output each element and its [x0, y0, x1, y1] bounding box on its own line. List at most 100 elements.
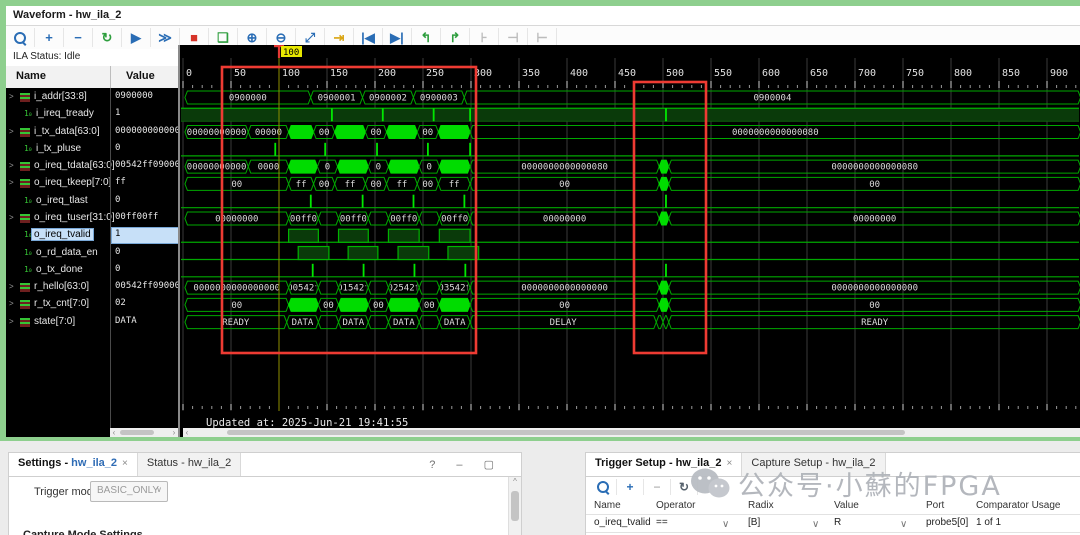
signal-value: 0 [115, 194, 121, 205]
tab-trigger-setup[interactable]: Trigger Setup - hw_ila_2 × [586, 453, 743, 476]
trigger-mode-value: BASIC_ONLY [97, 485, 160, 496]
signal-row[interactable]: > o_ireq_tuser[31:0] 00ff00ff [6, 210, 178, 227]
svg-text:ff: ff [449, 180, 460, 190]
svg-text:0: 0 [376, 163, 381, 173]
svg-text:00: 00 [371, 128, 382, 138]
signal-row[interactable]: > r_tx_cnt[7:0] 02 [6, 296, 178, 313]
expand-icon[interactable]: > [9, 161, 14, 170]
bit-signal-icon: 1₀ [24, 247, 33, 257]
signal-row[interactable]: > i_tx_data[63:0] 0000000000000 [6, 124, 179, 141]
bit-signal-icon: 1₀ [24, 230, 33, 240]
svg-text:0900001: 0900001 [318, 94, 356, 104]
expand-icon[interactable]: > [9, 127, 14, 136]
trigger-mode-select[interactable]: BASIC_ONLY ∨ [90, 481, 168, 502]
settings-v-scrollbar[interactable]: ^ [508, 477, 521, 535]
bit-signal-icon: 1₀ [24, 195, 33, 205]
svg-text:00: 00 [323, 301, 334, 311]
table-h-scrollbar[interactable]: ‹ › [110, 428, 178, 437]
signal-table-header: Name Value [6, 66, 178, 89]
expand-icon[interactable]: > [9, 213, 14, 222]
signal-value: 0 [115, 263, 121, 274]
svg-text:READY: READY [861, 318, 889, 328]
waveform-h-scrollbar[interactable]: ‹ [183, 428, 1080, 437]
tab-capture-setup[interactable]: Capture Setup - hw_ila_2 [742, 453, 886, 476]
signal-name: i_addr[33:8] [34, 91, 87, 102]
signal-table: > i_addr[33:8] 0900000 1₀ i_ireq_tready 1 > i_t… [6, 88, 180, 437]
column-header: Port [926, 500, 945, 511]
add-icon[interactable]: + [35, 28, 64, 47]
signal-row[interactable]: 1₀ o_ireq_tvalid 1 [6, 227, 180, 245]
chevron-down-icon[interactable]: ∨ [722, 519, 729, 530]
tab-settings[interactable]: Settings - hw_ila_2 × [9, 453, 138, 476]
svg-text:03542f: 03542f [438, 284, 471, 294]
svg-text:00: 00 [424, 301, 435, 311]
signal-row[interactable]: > o_ireq_tdata[63:0]00542ff0900000 [6, 158, 179, 175]
waveform-canvas[interactable]: 0 50 100 150 200 250 300 350 400 450 500 550 600 650 7… [180, 45, 1080, 437]
restart-trigger-icon[interactable]: ↻ [93, 28, 122, 47]
close-icon[interactable]: × [727, 458, 733, 469]
svg-text:DATA: DATA [343, 318, 365, 328]
svg-text:0000000000000: 0000000000000 [181, 128, 251, 138]
cell-operator[interactable]: == [656, 517, 668, 528]
signal-row[interactable]: > state[7:0] DATA [6, 314, 178, 331]
trigger-table-row[interactable]: o_ireq_tvalid == ∨ [B] ∨ R ∨ probe5[0] 1 of 1 [586, 514, 1080, 533]
panel-window-buttons[interactable]: ? – ▢ [429, 458, 503, 471]
svg-text:350: 350 [522, 68, 540, 79]
wave-row [181, 107, 1079, 122]
remove-icon[interactable]: − [64, 28, 93, 47]
scrollbar-thumb[interactable] [227, 430, 905, 435]
trigger-setup-tab-bar: Trigger Setup - hw_ila_2 × Capture Setup … [586, 453, 1080, 477]
svg-text:00: 00 [373, 301, 384, 311]
expand-icon[interactable]: > [9, 178, 14, 187]
expand-icon[interactable]: > [9, 282, 14, 291]
signal-value: 00542ff0900000 [115, 160, 179, 171]
search-icon[interactable] [590, 479, 617, 495]
signal-value: 1 [115, 108, 121, 119]
screen: Waveform - hw_ila_2 + − ↻ ▶ ≫ ■ ❏ ⊕ ⊖ ⤢ ⇥ |◀ ▶| ↰ ↱ ⊦ ⊣ ⊢… [0, 0, 1080, 535]
close-icon[interactable]: × [122, 458, 128, 469]
expand-icon[interactable]: > [9, 92, 14, 101]
signal-row[interactable]: 1₀ i_ireq_tready 1 [6, 106, 178, 123]
signal-value: 1 [111, 227, 180, 245]
table-wave-divider[interactable] [178, 45, 180, 437]
chevron-down-icon[interactable]: ∨ [900, 519, 907, 530]
cell-radix[interactable]: [B] [748, 517, 760, 528]
expand-icon[interactable]: > [9, 299, 14, 308]
remove-probe-icon[interactable]: − [644, 479, 671, 495]
scroll-right-icon[interactable]: › [170, 428, 178, 437]
signal-row[interactable]: 1₀ o_ireq_tlast 0 [6, 193, 178, 210]
refresh-icon[interactable]: ↻ [671, 479, 698, 495]
scroll-left-icon[interactable]: ‹ [110, 428, 118, 437]
cell-value[interactable]: R [834, 517, 841, 528]
run-trigger-icon[interactable]: ▶ [122, 28, 151, 47]
add-probe-icon[interactable]: + [617, 479, 644, 495]
scrollbar-thumb[interactable] [120, 430, 154, 435]
ila-status-text: ILA Status: Idle [13, 51, 81, 62]
expand-icon[interactable]: > [9, 317, 14, 326]
signal-row[interactable]: 1₀ o_tx_done 0 [6, 262, 178, 279]
scroll-left-icon[interactable]: ‹ [183, 428, 191, 437]
svg-text:READY: READY [222, 318, 250, 328]
capture-mode-heading: Capture Mode Settings [23, 529, 143, 535]
scroll-up-icon[interactable]: ^ [509, 477, 521, 486]
signal-row[interactable]: > r_hello[63:0] 00542ff0900000 [6, 279, 179, 296]
column-header: Comparator Usage [976, 500, 1061, 511]
column-divider [110, 66, 111, 88]
run-trigger-immediate-icon[interactable]: ≫ [151, 28, 180, 47]
signal-row[interactable]: 1₀ i_tx_pluse 0 [6, 141, 178, 158]
signal-row[interactable]: > i_addr[33:8] 0900000 [6, 89, 178, 106]
svg-text:250: 250 [426, 68, 444, 79]
svg-text:DATA: DATA [393, 318, 415, 328]
search-icon[interactable] [6, 28, 35, 47]
svg-text:00: 00 [371, 180, 382, 190]
tab-status[interactable]: Status - hw_ila_2 [137, 453, 242, 476]
scrollbar-thumb[interactable] [511, 491, 519, 521]
svg-text:0000000000000: 0000000000000 [181, 163, 251, 173]
chevron-down-icon[interactable]: ∨ [812, 519, 819, 530]
svg-text:0900003: 0900003 [420, 94, 458, 104]
bus-signal-icon [20, 213, 30, 223]
signal-name: i_tx_pluse [36, 142, 82, 154]
svg-text:0000000000000080: 0000000000000080 [831, 163, 918, 173]
signal-row[interactable]: > o_ireq_tkeep[7:0] ff [6, 175, 178, 192]
signal-row[interactable]: 1₀ o_rd_data_en 0 [6, 245, 178, 262]
